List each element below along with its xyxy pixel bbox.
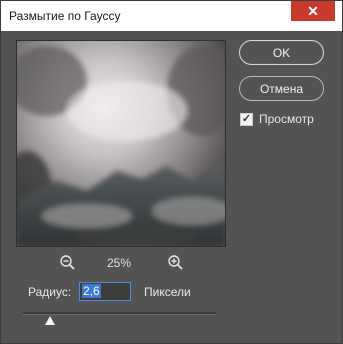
radius-slider-track[interactable] [23, 312, 216, 315]
radius-value: 2,6 [82, 284, 101, 298]
zoom-level: 25% [107, 256, 132, 270]
radius-label: Радиус: [28, 285, 72, 299]
units-label: Пиксели [144, 285, 191, 299]
zoom-in-icon[interactable] [167, 254, 185, 272]
cloudy-mountain-image [17, 41, 225, 246]
preview-checkbox-row[interactable]: ✓ Просмотр [240, 112, 314, 126]
preview-checkbox[interactable]: ✓ [240, 112, 253, 126]
preview-label: Просмотр [259, 112, 314, 126]
close-icon: ✕ [307, 2, 319, 19]
gaussian-blur-dialog: Размытие по Гауссу ✕ OK Отмена ✓ Просмот… [0, 0, 343, 344]
preview-image[interactable] [16, 40, 226, 247]
cancel-button[interactable]: Отмена [239, 76, 324, 101]
title-bar[interactable]: Размытие по Гауссу ✕ [1, 1, 342, 31]
close-button[interactable]: ✕ [291, 1, 335, 21]
dialog-title: Размытие по Гауссу [9, 9, 121, 23]
radius-slider-thumb[interactable] [45, 316, 56, 325]
zoom-controls: 25% [59, 254, 185, 272]
ok-button[interactable]: OK [239, 40, 324, 65]
radius-input[interactable]: 2,6 [79, 282, 131, 301]
zoom-out-icon[interactable] [59, 254, 77, 272]
